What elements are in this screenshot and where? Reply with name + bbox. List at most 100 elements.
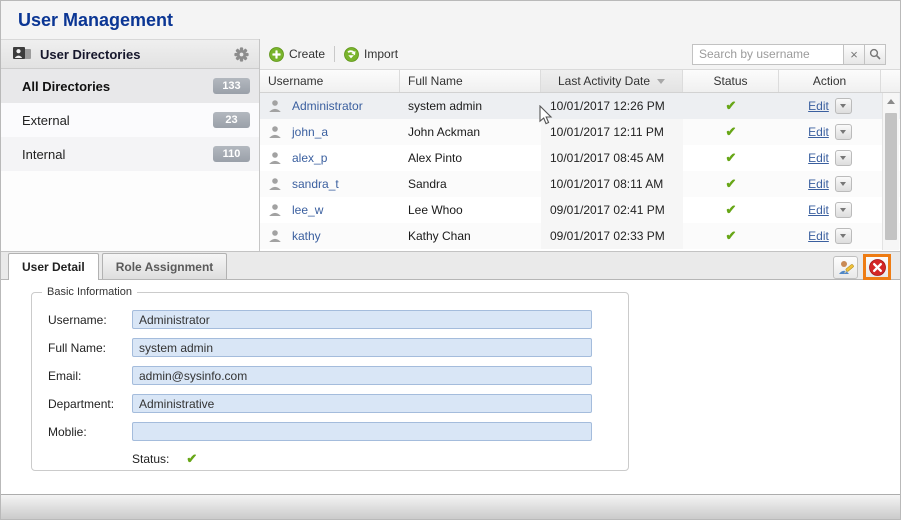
toolbar-divider — [334, 46, 336, 62]
search-icon[interactable] — [865, 43, 886, 65]
full-name-cell: Lee Whoo — [408, 203, 463, 217]
column-header-last-activity[interactable]: Last Activity Date — [541, 70, 683, 92]
edit-link[interactable]: Edit — [808, 177, 829, 191]
sort-desc-icon — [657, 78, 666, 84]
edit-dropdown-button[interactable] — [834, 150, 852, 166]
sidebar-header: User Directories — [1, 39, 259, 69]
sidebar-item-directory[interactable]: External 23 — [1, 103, 259, 137]
bottom-status-bar — [1, 494, 900, 519]
edit-link[interactable]: Edit — [808, 229, 829, 243]
table-row[interactable]: lee_w Lee Whoo 09/01/2017 02:41 PM Edit — [260, 197, 900, 223]
edit-dropdown-button[interactable] — [834, 202, 852, 218]
table-row[interactable]: alex_p Alex Pinto 10/01/2017 08:45 AM Ed… — [260, 145, 900, 171]
scroll-up-button[interactable] — [883, 93, 899, 109]
field-input[interactable] — [132, 394, 592, 413]
column-header-action[interactable]: Action — [779, 70, 881, 92]
search-clear-button[interactable]: × — [844, 43, 865, 65]
username-link[interactable]: kathy — [292, 229, 321, 243]
status-active-icon — [726, 202, 737, 218]
detail-field-row: Moblie: — [48, 422, 628, 441]
field-input[interactable] — [132, 422, 592, 441]
detail-field-row: Email: — [48, 366, 628, 385]
import-arrow-icon — [344, 46, 359, 62]
table-row[interactable]: sandra_t Sandra 10/01/2017 08:11 AM Edit — [260, 171, 900, 197]
user-icon — [269, 152, 281, 164]
username-link[interactable]: Administrator — [292, 99, 363, 113]
sidebar-item-directory[interactable]: Internal 110 — [1, 137, 259, 171]
last-activity-cell: 10/01/2017 12:11 PM — [541, 119, 683, 145]
chevron-down-icon — [840, 156, 847, 160]
edit-dropdown-button[interactable] — [834, 228, 852, 244]
basic-information-fieldset: Basic Information Username: Full Name: E… — [31, 286, 629, 471]
search-input[interactable] — [692, 43, 844, 65]
last-activity-cell: 09/01/2017 02:33 PM — [541, 223, 683, 249]
column-header-full-name[interactable]: Full Name — [400, 70, 541, 92]
search-group: × — [692, 43, 886, 65]
detail-field-row: Department: — [48, 394, 628, 413]
detail-tab[interactable]: User Detail — [8, 253, 99, 280]
username-link[interactable]: sandra_t — [292, 177, 339, 191]
full-name-cell: system admin — [408, 99, 483, 113]
table-row[interactable]: Administrator system admin 10/01/2017 12… — [260, 93, 900, 119]
field-input[interactable] — [132, 366, 592, 385]
edit-link[interactable]: Edit — [808, 151, 829, 165]
column-header-status[interactable]: Status — [683, 70, 779, 92]
sidebar-user-directories: User Directories All Directories 133 Ext… — [1, 39, 259, 251]
field-label: Email: — [48, 368, 82, 383]
directory-count-badge: 23 — [213, 112, 250, 128]
directory-label: External — [22, 112, 70, 128]
edit-user-button[interactable] — [833, 255, 858, 279]
sidebar-item-directory[interactable]: All Directories 133 — [1, 69, 259, 103]
create-plus-icon — [269, 46, 284, 62]
table-row[interactable]: kathy Kathy Chan 09/01/2017 02:33 PM Edi… — [260, 223, 900, 249]
detail-fields: Username: Full Name: Email: Depa — [32, 293, 628, 441]
user-management-app: User Management User Directories All Dir… — [0, 0, 901, 520]
create-button[interactable]: Create — [269, 46, 325, 62]
full-name-cell: Sandra — [408, 177, 447, 191]
detail-panel-actions — [833, 254, 891, 280]
chevron-down-icon — [840, 104, 847, 108]
username-link[interactable]: alex_p — [292, 151, 327, 165]
edit-dropdown-button[interactable] — [834, 124, 852, 140]
import-button[interactable]: Import — [344, 46, 398, 62]
grid-rows: Administrator system admin 10/01/2017 12… — [260, 93, 900, 249]
field-input[interactable] — [132, 338, 592, 357]
chevron-up-icon — [887, 98, 895, 104]
fieldset-legend: Basic Information — [42, 286, 137, 298]
field-label: Moblie: — [48, 424, 87, 439]
directory-list: All Directories 133 External 23 Internal… — [1, 69, 259, 171]
full-name-cell: Alex Pinto — [408, 151, 463, 165]
username-link[interactable]: john_a — [292, 125, 328, 139]
status-active-icon — [726, 228, 737, 244]
edit-link[interactable]: Edit — [808, 125, 829, 139]
vertical-scrollbar[interactable] — [882, 93, 899, 250]
user-icon — [269, 204, 281, 216]
field-label: Username: — [48, 312, 107, 327]
edit-dropdown-button[interactable] — [834, 98, 852, 114]
detail-panel: User Detail Role Assignment Basic Inform… — [1, 251, 900, 495]
edit-dropdown-button[interactable] — [834, 176, 852, 192]
directory-count-badge: 110 — [213, 146, 250, 162]
table-row[interactable]: john_a John Ackman 10/01/2017 12:11 PM E… — [260, 119, 900, 145]
page-header: User Management — [1, 1, 900, 39]
directory-count-badge: 133 — [213, 78, 250, 94]
grid-toolbar: Create Import × — [260, 39, 900, 69]
detail-tab[interactable]: Role Assignment — [101, 253, 228, 279]
user-icon — [269, 100, 281, 112]
edit-link[interactable]: Edit — [808, 203, 829, 217]
page-title: User Management — [18, 10, 174, 30]
status-active-icon — [726, 176, 737, 192]
last-activity-cell: 10/01/2017 08:11 AM — [541, 171, 683, 197]
field-label: Full Name: — [48, 340, 107, 355]
user-icon — [269, 178, 281, 190]
detail-tabstrip: User Detail Role Assignment — [1, 252, 900, 280]
gear-icon[interactable] — [234, 46, 249, 62]
field-input[interactable] — [132, 310, 592, 329]
column-header-username[interactable]: Username — [260, 70, 400, 92]
edit-link[interactable]: Edit — [808, 99, 829, 113]
close-button[interactable] — [866, 257, 888, 277]
scrollbar-thumb[interactable] — [885, 113, 897, 240]
directory-label: Internal — [22, 146, 66, 162]
username-link[interactable]: lee_w — [292, 203, 323, 217]
directory-label: All Directories — [22, 78, 111, 94]
